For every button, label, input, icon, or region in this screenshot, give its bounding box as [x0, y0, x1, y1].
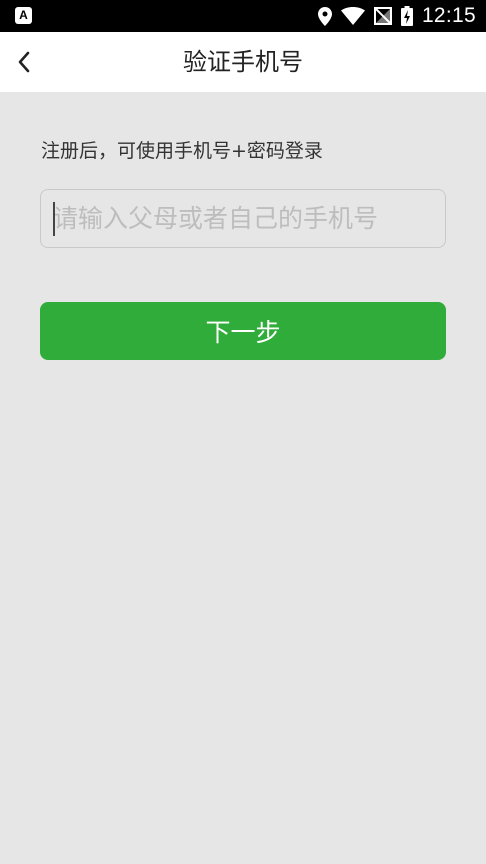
app-header: 验证手机号 [0, 32, 486, 92]
app-notification-icon: A [15, 7, 32, 24]
clock: 12:15 [421, 4, 476, 27]
next-step-button[interactable]: 下一步 [40, 302, 446, 360]
no-signal-icon [373, 7, 392, 25]
location-icon [317, 6, 332, 26]
wifi-icon [340, 7, 365, 25]
register-hint: 注册后，可使用手机号+密码登录 [41, 140, 323, 162]
text-caret [53, 202, 55, 236]
status-left: A [15, 7, 32, 24]
status-right: 12:15 [317, 0, 476, 32]
phone-field[interactable] [40, 189, 446, 248]
page-title: 验证手机号 [183, 48, 303, 76]
phone-input[interactable] [53, 190, 433, 247]
battery-charging-icon [400, 6, 413, 26]
status-bar: A 12:15 [0, 0, 486, 32]
